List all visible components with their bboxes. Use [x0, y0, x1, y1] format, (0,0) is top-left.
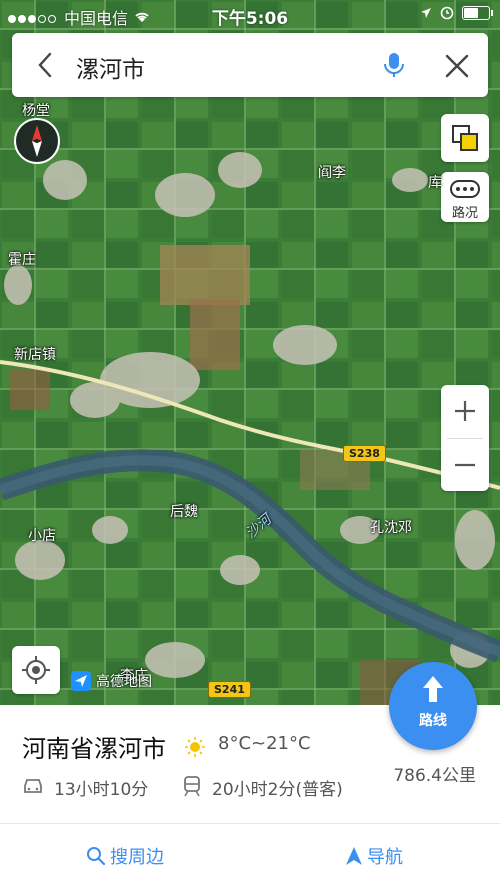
- car-icon: [24, 779, 42, 793]
- map-layers-button[interactable]: [441, 114, 489, 162]
- train-icon: [184, 776, 200, 797]
- drive-time: 13小时10分: [54, 780, 149, 800]
- distance: 786.4公里: [393, 766, 476, 786]
- chevron-left-icon[interactable]: [32, 51, 60, 79]
- map-label-xiaodian[interactable]: 小店: [28, 525, 56, 545]
- route-arrow-icon: [423, 676, 443, 702]
- amap-logo-icon: [71, 671, 91, 691]
- layers-icon: [452, 125, 478, 151]
- navigation-arrow-icon: [346, 847, 362, 865]
- map-label-houwei[interactable]: 后魏: [170, 501, 198, 521]
- search-icon: [87, 847, 106, 866]
- traffic-toggle-button[interactable]: 路况: [441, 172, 489, 222]
- search-nearby-label: 搜周边: [110, 847, 164, 868]
- map-logo-text: 高德地图: [96, 674, 152, 690]
- navigate-button[interactable]: 导航: [345, 843, 403, 869]
- weather-range: 8°C~21°C: [218, 733, 311, 754]
- map-label-kongxiandeng[interactable]: 孔沈邓: [370, 517, 412, 537]
- route-button[interactable]: 路线: [389, 662, 477, 750]
- map-label-yanli[interactable]: 阎李: [318, 162, 346, 182]
- battery-icon: [462, 6, 493, 20]
- road-shield-s241: S241: [208, 681, 251, 698]
- search-bar[interactable]: 漯河市: [12, 33, 488, 97]
- map-view[interactable]: 中国电信 下午5:06 漯河市 路况 杨堂 阎李 库 霍庄 新店镇 后魏 沙河 …: [0, 0, 500, 705]
- compass-icon[interactable]: [14, 118, 60, 164]
- location-arrow-icon: [421, 8, 431, 18]
- sun-icon: [185, 737, 205, 757]
- traffic-icon: [450, 180, 480, 198]
- map-label-yangtang[interactable]: 杨堂: [22, 100, 50, 120]
- search-query[interactable]: 漯河市: [76, 50, 145, 84]
- zoom-in-button[interactable]: [441, 385, 489, 438]
- crosshair-icon: [22, 656, 50, 684]
- route-button-label: 路线: [419, 713, 447, 729]
- map-label-xindianzhen[interactable]: 新店镇: [14, 344, 56, 364]
- place-name: 河南省漯河市: [22, 735, 166, 763]
- traffic-label: 路况: [451, 206, 478, 221]
- navigate-label: 导航: [367, 847, 403, 868]
- alarm-icon: [440, 6, 454, 20]
- zoom-control: [441, 385, 489, 491]
- search-nearby-button[interactable]: 搜周边: [86, 843, 164, 869]
- my-location-button[interactable]: [12, 646, 60, 694]
- map-logo: 高德地图: [70, 670, 152, 692]
- microphone-icon[interactable]: [382, 51, 406, 79]
- status-bar: 中国电信 下午5:06: [0, 0, 500, 30]
- map-label-ku[interactable]: 库: [428, 172, 442, 192]
- close-icon[interactable]: [444, 53, 470, 79]
- zoom-out-button[interactable]: [441, 438, 489, 491]
- map-label-huozhuang[interactable]: 霍庄: [8, 249, 36, 269]
- panel-divider: [0, 823, 500, 824]
- road-shield-s238: S238: [343, 445, 386, 462]
- satellite-imagery: [0, 0, 500, 705]
- rail-time: 20小时2分(普客): [212, 780, 343, 800]
